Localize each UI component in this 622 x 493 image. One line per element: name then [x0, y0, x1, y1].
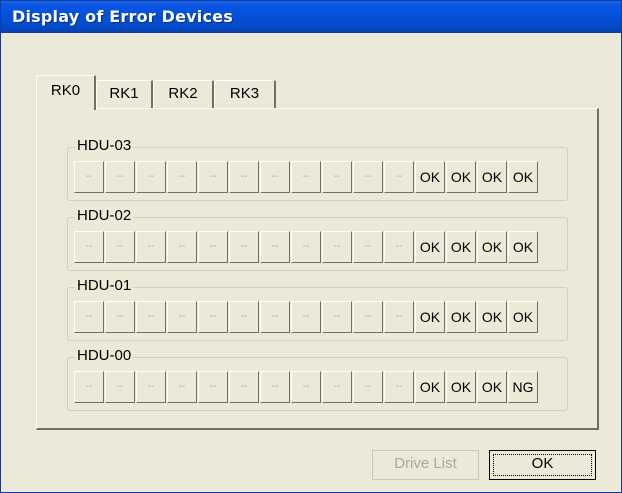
slot-button: --: [260, 371, 290, 403]
slot-button[interactable]: OK: [415, 301, 445, 333]
slot-button: --: [105, 371, 135, 403]
hdu-02-slots: -- -- -- -- -- -- -- -- -- -- -- OK OK OK OK: [74, 231, 538, 263]
slot-button: --: [384, 161, 414, 193]
hdu-00-group: HDU-00 -- -- -- -- -- -- -- -- -- -- -- OK OK OK NG: [67, 347, 568, 411]
slot-button[interactable]: OK: [446, 371, 476, 403]
slot-button[interactable]: NG: [508, 371, 538, 403]
slot-button: --: [136, 371, 166, 403]
focus-rect: [493, 454, 592, 476]
slot-button: --: [136, 161, 166, 193]
slot-button: --: [229, 301, 259, 333]
hdu-02-label: HDU-02: [75, 207, 134, 225]
slot-button: --: [322, 371, 352, 403]
title-bar[interactable]: Display of Error Devices: [1, 1, 621, 33]
slot-button: --: [353, 161, 383, 193]
slot-button[interactable]: OK: [477, 161, 507, 193]
hdu-00-slots: -- -- -- -- -- -- -- -- -- -- -- OK OK OK NG: [74, 371, 538, 403]
slot-button: --: [229, 231, 259, 263]
ok-button[interactable]: OK: [489, 450, 596, 480]
hdu-03-group: HDU-03 -- -- -- -- -- -- -- -- -- -- -- OK OK OK OK: [67, 137, 568, 201]
slot-button[interactable]: OK: [415, 371, 445, 403]
hdu-03-label: HDU-03: [75, 137, 134, 155]
slot-button: --: [105, 231, 135, 263]
slot-button: --: [167, 371, 197, 403]
slot-button: --: [198, 301, 228, 333]
slot-button: --: [105, 161, 135, 193]
slot-button: --: [260, 231, 290, 263]
window-title: Display of Error Devices: [12, 7, 233, 26]
hdu-00-label: HDU-00: [75, 347, 134, 365]
hdu-02-group: HDU-02 -- -- -- -- -- -- -- -- -- -- -- OK OK OK OK: [67, 207, 568, 271]
slot-button: --: [291, 231, 321, 263]
slot-button: --: [384, 301, 414, 333]
slot-button: --: [353, 301, 383, 333]
hdu-01-label: HDU-01: [75, 277, 134, 295]
slot-button: --: [167, 161, 197, 193]
slot-button: --: [74, 371, 104, 403]
slot-button: --: [198, 231, 228, 263]
slot-button: --: [74, 161, 104, 193]
slot-button: --: [291, 301, 321, 333]
tab-panel-rk0: HDU-03 -- -- -- -- -- -- -- -- -- -- -- OK OK OK OK HD…: [36, 108, 599, 430]
slot-button: --: [353, 371, 383, 403]
slot-button: --: [167, 301, 197, 333]
slot-button[interactable]: OK: [446, 231, 476, 263]
slot-button[interactable]: OK: [415, 161, 445, 193]
hdu-01-group: HDU-01 -- -- -- -- -- -- -- -- -- -- -- OK OK OK OK: [67, 277, 568, 341]
drive-list-button[interactable]: Drive List: [372, 450, 479, 480]
tab-rk2[interactable]: RK2: [153, 80, 214, 108]
hdu-03-slots: -- -- -- -- -- -- -- -- -- -- -- OK OK OK OK: [74, 161, 538, 193]
slot-button: --: [198, 371, 228, 403]
tab-rk0[interactable]: RK0: [36, 75, 96, 110]
slot-button: --: [322, 161, 352, 193]
slot-button: --: [136, 231, 166, 263]
slot-button: --: [260, 301, 290, 333]
slot-button: --: [260, 161, 290, 193]
slot-button[interactable]: OK: [508, 161, 538, 193]
slot-button: --: [198, 161, 228, 193]
tab-rk3[interactable]: RK3: [214, 80, 276, 108]
slot-button: --: [136, 301, 166, 333]
slot-button: --: [322, 301, 352, 333]
error-devices-dialog: Display of Error Devices RK0 RK1 RK2 RK3…: [0, 0, 622, 493]
slot-button: --: [291, 161, 321, 193]
slot-button[interactable]: OK: [477, 231, 507, 263]
slot-button: --: [229, 371, 259, 403]
slot-button: --: [384, 371, 414, 403]
slot-button[interactable]: OK: [446, 301, 476, 333]
slot-button[interactable]: OK: [477, 301, 507, 333]
slot-button: --: [167, 231, 197, 263]
slot-button: --: [229, 161, 259, 193]
slot-button: --: [384, 231, 414, 263]
tab-rk1[interactable]: RK1: [96, 80, 153, 108]
slot-button[interactable]: OK: [415, 231, 445, 263]
slot-button[interactable]: OK: [446, 161, 476, 193]
hdu-01-slots: -- -- -- -- -- -- -- -- -- -- -- OK OK OK OK: [74, 301, 538, 333]
slot-button[interactable]: OK: [508, 301, 538, 333]
slot-button: --: [322, 231, 352, 263]
slot-button: --: [291, 371, 321, 403]
slot-button[interactable]: OK: [477, 371, 507, 403]
slot-button: --: [74, 231, 104, 263]
slot-button: --: [353, 231, 383, 263]
slot-button[interactable]: OK: [508, 231, 538, 263]
slot-button: --: [105, 301, 135, 333]
slot-button: --: [74, 301, 104, 333]
